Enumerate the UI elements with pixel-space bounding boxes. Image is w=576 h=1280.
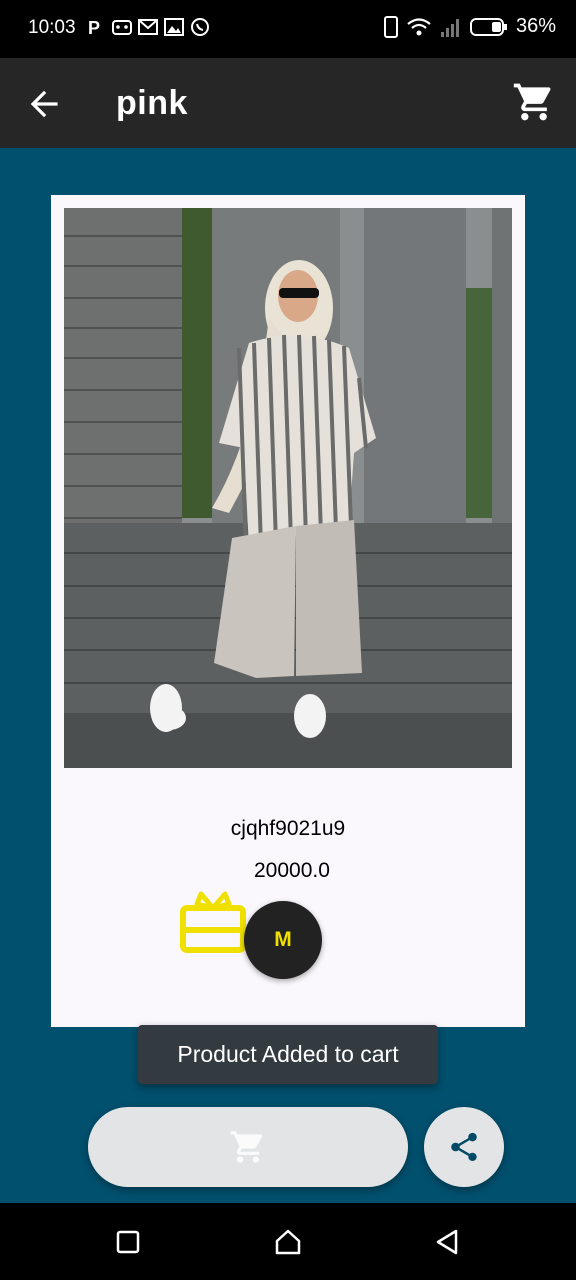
gmail-icon: [138, 19, 158, 35]
system-status-icons: 36%: [383, 15, 556, 38]
battery-percent: 36%: [515, 15, 556, 37]
whatsapp-icon: [191, 18, 209, 36]
svg-text:P: P: [88, 18, 100, 37]
notification-icons: P: [86, 17, 210, 37]
gift-card-icon: [180, 891, 246, 953]
product-code: cjqhf9021u9: [230, 817, 346, 840]
cart-icon: [230, 1131, 263, 1163]
status-bar: 10:03 P 36%: [0, 0, 576, 58]
battery-icon: [469, 17, 507, 36]
cart-icon[interactable]: [512, 80, 556, 124]
share-button[interactable]: [424, 1107, 504, 1187]
back-triangle-icon[interactable]: [432, 1227, 462, 1257]
wifi-icon: [407, 17, 431, 35]
parking-icon: P: [88, 18, 100, 37]
add-to-cart-button[interactable]: [88, 1107, 408, 1187]
page-title: pink: [116, 84, 188, 122]
product-price: 20000.0: [254, 859, 330, 882]
home-icon[interactable]: [273, 1227, 303, 1257]
gamepad-icon: [112, 20, 132, 35]
app-bar: pink: [0, 58, 576, 148]
status-time: 10:03: [28, 17, 76, 38]
navigation-bar: [0, 1203, 576, 1280]
size-chip[interactable]: M: [244, 901, 322, 979]
arrow-left-icon[interactable]: [22, 82, 66, 126]
toast-message: Product Added to cart: [138, 1025, 438, 1084]
product-image[interactable]: [64, 208, 512, 768]
share-icon: [451, 1132, 477, 1162]
signal-icon: [440, 18, 459, 37]
product-card: cjqhf9021u9 20000.0 M: [51, 195, 525, 1027]
vibrate-icon: [383, 15, 398, 38]
recents-square-icon[interactable]: [113, 1227, 143, 1257]
gallery-icon: [164, 18, 184, 36]
